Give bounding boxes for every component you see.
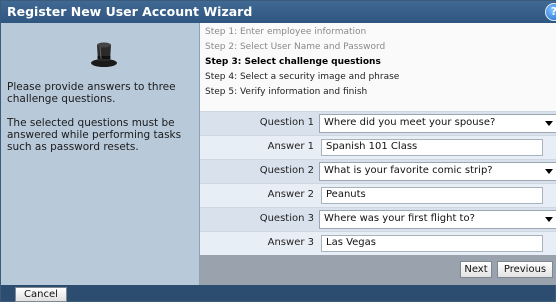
question-2-label: Question 2 (259, 165, 314, 176)
intro-text: Please provide answers to three challeng… (7, 81, 176, 105)
window-title: Register New User Account Wizard (7, 4, 253, 19)
chevron-down-icon (545, 217, 553, 222)
question-3-select[interactable]: Where was your first flight to? (319, 210, 556, 229)
question-1-row: Question 1 Where did you meet your spous… (200, 111, 556, 135)
note-text: The selected questions must be answered … (7, 117, 182, 153)
previous-button[interactable]: Previous (497, 261, 553, 278)
answer-1-label: Answer 1 (267, 141, 314, 152)
answer-1-row: Answer 1 Spanish 101 Class (200, 135, 556, 159)
question-3-row: Question 3 Where was your first flight t… (200, 207, 556, 231)
question-2-row: Question 2 What is your favorite comic s… (200, 159, 556, 183)
question-1-label: Question 1 (259, 117, 314, 128)
answer-2-row: Answer 2 Peanuts (200, 183, 556, 207)
chevron-down-icon (545, 121, 553, 126)
bottom-bar: Cancel (1, 285, 555, 302)
step-5: Step 5: Verify information and finish (205, 87, 368, 97)
wizard-window: Register New User Account Wizard ? Pleas… (0, 0, 556, 302)
wizard-content: Step 1: Enter employee information Step … (200, 23, 556, 285)
answer-3-input[interactable]: Las Vegas (321, 235, 543, 252)
title-bar: Register New User Account Wizard ? (1, 1, 556, 23)
question-2-value: What is your favorite comic strip? (324, 165, 493, 176)
left-instructions-panel: Please provide answers to three challeng… (1, 23, 200, 285)
step-list: Step 1: Enter employee information Step … (200, 23, 556, 111)
question-1-select[interactable]: Where did you meet your spouse? (319, 114, 556, 133)
step-2: Step 2: Select User Name and Password (205, 42, 386, 52)
answer-3-label: Answer 3 (267, 237, 314, 248)
step-1: Step 1: Enter employee information (205, 27, 367, 37)
question-icon[interactable]: ? (545, 3, 556, 21)
step-3-active: Step 3: Select challenge questions (205, 57, 381, 67)
challenge-form: Question 1 Where did you meet your spous… (200, 111, 556, 255)
question-1-value: Where did you meet your spouse? (324, 117, 496, 128)
top-hat-icon (91, 42, 117, 67)
answer-2-label: Answer 2 (267, 189, 314, 200)
answer-2-input[interactable]: Peanuts (321, 187, 543, 204)
navigation-bar: Next Previous (200, 255, 556, 285)
question-3-value: Where was your first flight to? (324, 213, 475, 224)
step-4: Step 4: Select a security image and phra… (205, 72, 400, 82)
next-button[interactable]: Next (460, 261, 492, 278)
chevron-down-icon (545, 169, 553, 174)
cancel-button[interactable]: Cancel (15, 287, 67, 302)
question-3-label: Question 3 (259, 213, 314, 224)
question-2-select[interactable]: What is your favorite comic strip? (319, 162, 556, 181)
answer-3-row: Answer 3 Las Vegas (200, 231, 556, 255)
answer-1-input[interactable]: Spanish 101 Class (321, 139, 543, 156)
